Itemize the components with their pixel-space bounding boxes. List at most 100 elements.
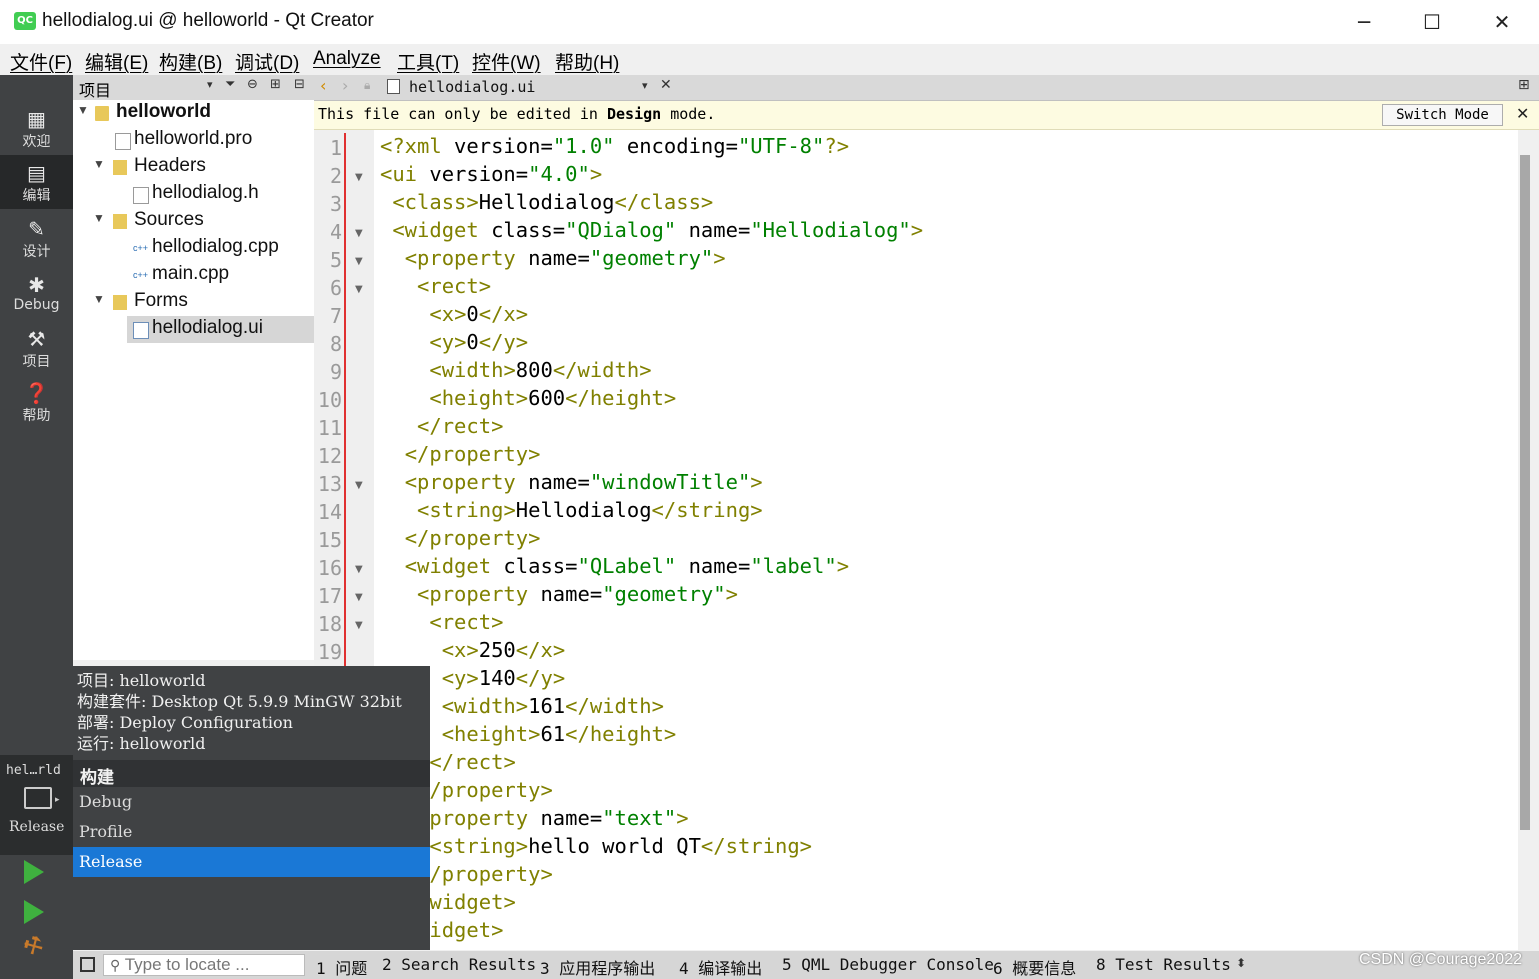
tree-item-forms[interactable]: ▼ Forms bbox=[73, 289, 314, 316]
menu-build[interactable]: 构建(B) bbox=[159, 48, 222, 75]
tree-item-main-cpp[interactable]: c++ main.cpp bbox=[73, 262, 314, 289]
fold-arrow-icon[interactable]: ▼ bbox=[355, 564, 363, 575]
tree-item-hellodialog-ui[interactable]: hellodialog.ui bbox=[127, 316, 314, 343]
fold-arrow-icon[interactable]: ▼ bbox=[355, 592, 363, 603]
mode-help[interactable]: ❓ 帮助 bbox=[0, 375, 73, 429]
watermark: CSDN @Courage2022 bbox=[1359, 951, 1522, 968]
expand-icon[interactable]: ▼ bbox=[93, 211, 105, 225]
search-icon: ⚲ bbox=[110, 957, 121, 973]
tree-item-pro[interactable]: helloworld.pro bbox=[73, 127, 314, 154]
code-editor[interactable]: <?xml version="1.0" encoding="UTF-8"?> <u… bbox=[374, 130, 1518, 950]
filter-icon[interactable]: ⏷ bbox=[225, 77, 235, 92]
output-tab-test-results[interactable]: 8 Test Results bbox=[1096, 955, 1231, 974]
info-bold: Design bbox=[606, 105, 662, 123]
build-option-release[interactable]: Release bbox=[73, 847, 430, 877]
view-select-chevron-icon[interactable]: ▾ bbox=[207, 78, 213, 91]
mode-label: 编辑 bbox=[22, 188, 51, 204]
code-line: <widget class="QDialog" name="Hellodialo… bbox=[392, 218, 924, 242]
mode-welcome[interactable]: ▦ 欢迎 bbox=[0, 101, 73, 155]
menu-help[interactable]: 帮助(H) bbox=[555, 48, 619, 75]
output-tab-qml-debugger[interactable]: 5 QML Debugger Console bbox=[782, 955, 994, 974]
mode-debug[interactable]: ✱ Debug bbox=[0, 267, 73, 321]
close-panel-icon[interactable]: ⊟ bbox=[294, 77, 305, 92]
back-arrow-icon[interactable]: ‹ bbox=[320, 76, 326, 95]
menu-bar: 文件(F) 编辑(E) 构建(B) 调试(D) Analyze 工具(T) 控件… bbox=[0, 44, 1539, 76]
line-number: 14 bbox=[317, 500, 342, 524]
menu-edit[interactable]: 编辑(E) bbox=[85, 48, 148, 75]
mode-design[interactable]: ✎ 设计 bbox=[0, 211, 73, 265]
kit-selector[interactable]: hel…rld ▸ Release bbox=[0, 755, 73, 855]
line-number: 15 bbox=[317, 528, 342, 552]
code-line: <rect> bbox=[417, 274, 492, 298]
tree-item-helloworld[interactable]: ▼ helloworld bbox=[73, 100, 314, 127]
line-number: 12 bbox=[317, 444, 342, 468]
menu-widgets[interactable]: 控件(W) bbox=[472, 48, 541, 75]
code-line: </property> bbox=[404, 442, 541, 466]
expand-icon[interactable]: ▼ bbox=[77, 103, 89, 117]
line-number: 8 bbox=[329, 332, 342, 356]
line-number: 13 bbox=[317, 472, 342, 496]
fold-arrow-icon[interactable]: ▼ bbox=[355, 172, 363, 183]
menu-file[interactable]: 文件(F) bbox=[10, 48, 72, 75]
scrollbar-thumb[interactable] bbox=[1520, 155, 1530, 830]
line-number: 2 bbox=[329, 164, 342, 188]
tree-item-hellodialog-h[interactable]: hellodialog.h bbox=[73, 181, 314, 208]
output-tab-issues[interactable]: 1 问题 bbox=[316, 955, 367, 979]
split-editor-icon[interactable]: ⊞ bbox=[1518, 77, 1530, 93]
line-number: 1 bbox=[329, 136, 342, 160]
close-button[interactable]: ✕ bbox=[1467, 0, 1537, 44]
code-line: <y>0</y> bbox=[429, 330, 529, 354]
kit-info-project: 项目: helloworld bbox=[77, 671, 206, 690]
fold-arrow-icon[interactable]: ▼ bbox=[355, 480, 363, 491]
fold-arrow-icon[interactable]: ▼ bbox=[355, 228, 363, 239]
output-tab-general-messages[interactable]: 6 概要信息 bbox=[993, 955, 1076, 979]
tree-item-label: Headers bbox=[134, 155, 206, 176]
run-icon[interactable] bbox=[24, 860, 44, 884]
expand-icon[interactable]: ▼ bbox=[93, 157, 105, 171]
line-number: 19 bbox=[317, 640, 342, 664]
output-tab-app-output[interactable]: 3 应用程序输出 bbox=[540, 955, 655, 979]
fold-arrow-icon[interactable]: ▼ bbox=[355, 620, 363, 631]
link-icon[interactable]: ⊖ bbox=[247, 77, 258, 92]
document-dropdown-icon[interactable]: ▾ bbox=[642, 79, 648, 92]
debug-run-icon[interactable] bbox=[24, 900, 44, 924]
build-option-debug[interactable]: Debug bbox=[73, 787, 430, 817]
project-folder-icon bbox=[95, 106, 109, 121]
pencil-icon: ✎ bbox=[28, 217, 45, 241]
folder-icon bbox=[113, 214, 127, 229]
close-document-icon[interactable]: ✕ bbox=[660, 77, 672, 93]
output-tab-compile-output[interactable]: 4 编译输出 bbox=[679, 955, 762, 979]
maximize-button[interactable]: ☐ bbox=[1397, 0, 1467, 44]
mode-edit[interactable]: ▤ 编辑 bbox=[0, 155, 73, 209]
more-tabs-icon[interactable]: ⬍ bbox=[1236, 956, 1246, 970]
minimize-button[interactable]: ─ bbox=[1329, 0, 1399, 44]
locator-input[interactable]: ⚲ Type to locate ... bbox=[103, 954, 305, 976]
tree-item-hellodialog-cpp[interactable]: c++ hellodialog.cpp bbox=[73, 235, 314, 262]
menu-debug[interactable]: 调试(D) bbox=[235, 48, 299, 75]
mode-projects[interactable]: ⚒ 项目 bbox=[0, 321, 73, 375]
line-number: 7 bbox=[329, 304, 342, 328]
kit-info: 项目: helloworld 构建套件: Desktop Qt 5.9.9 Mi… bbox=[77, 670, 402, 754]
switch-mode-button[interactable]: Switch Mode bbox=[1382, 104, 1503, 126]
build-option-profile[interactable]: Profile bbox=[73, 817, 430, 847]
tree-item-label: main.cpp bbox=[152, 263, 230, 284]
split-icon[interactable]: ⊞ bbox=[270, 77, 281, 92]
header-file-icon bbox=[133, 187, 149, 204]
output-tab-search-results[interactable]: 2 Search Results bbox=[382, 955, 536, 974]
code-line: <widget class="QLabel" name="label"> bbox=[404, 554, 850, 578]
line-number: 4 bbox=[329, 220, 342, 244]
menu-analyze[interactable]: Analyze bbox=[313, 48, 381, 70]
fold-arrow-icon[interactable]: ▼ bbox=[355, 284, 363, 295]
code-line: <width>800</width> bbox=[429, 358, 652, 382]
close-info-icon[interactable]: ✕ bbox=[1516, 104, 1529, 123]
fold-arrow-icon[interactable]: ▼ bbox=[355, 256, 363, 267]
toggle-sidebar-icon[interactable] bbox=[80, 957, 95, 972]
projects-panel-title: 项目 bbox=[79, 81, 112, 100]
forward-arrow-icon[interactable]: › bbox=[342, 76, 348, 95]
tree-item-sources[interactable]: ▼ Sources bbox=[73, 208, 314, 235]
menu-tools[interactable]: 工具(T) bbox=[397, 48, 459, 75]
expand-icon[interactable]: ▼ bbox=[93, 292, 105, 306]
document-tab[interactable]: hellodialog.ui bbox=[409, 78, 535, 96]
kit-config-label: Release bbox=[9, 819, 65, 835]
tree-item-headers[interactable]: ▼ Headers bbox=[73, 154, 314, 181]
